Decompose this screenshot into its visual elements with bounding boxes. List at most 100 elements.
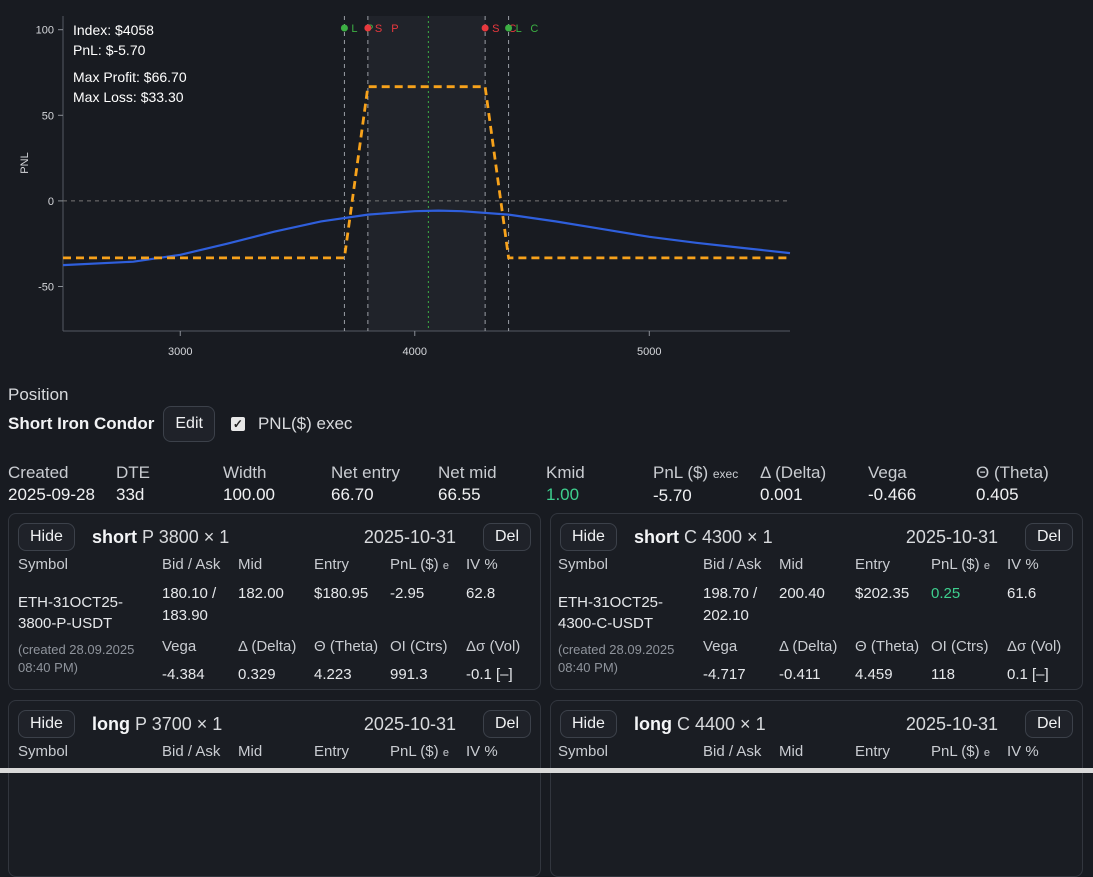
info-max-profit: Max Profit: $66.70 (73, 69, 187, 85)
leg-dvol[interactable]: 0.1 [–] (1007, 664, 1049, 686)
leg-iv: 61.6 (1007, 585, 1037, 602)
header-theta: Θ (Theta) (855, 638, 920, 655)
header-mid: Mid (238, 743, 263, 760)
summary-value: 66.55 (438, 485, 481, 504)
summary-value: 66.70 (331, 485, 374, 504)
header-bid-ask: Bid / Ask (703, 556, 762, 573)
pnl-exec-checkbox[interactable]: ✓ (230, 417, 245, 431)
header-pnl-label: PnL ($) (931, 556, 980, 573)
summary-width: Width 100.00 (223, 462, 275, 506)
y-tick-label: 0 (48, 196, 54, 208)
header-bid-ask: Bid / Ask (162, 743, 221, 760)
summary-value: -5.70 (653, 486, 692, 505)
summary-dte: DTE 33d (116, 462, 150, 506)
header-iv: IV % (1007, 743, 1039, 760)
leg-ask: 183.90 (162, 607, 208, 624)
y-axis-label: PNL (19, 152, 31, 173)
leg-side: short (634, 527, 679, 547)
leg-title: long P 3700 × 1 (92, 714, 222, 735)
header-vega: Vega (162, 638, 197, 655)
delete-button[interactable]: Del (1024, 710, 1073, 738)
summary-value: 33d (116, 485, 145, 504)
leg-created: (created 28.09.2025 (558, 642, 675, 657)
leg-desc: C 4300 × 1 (684, 527, 773, 547)
summary-kmid: Kmid 1.00 (546, 462, 585, 506)
leg-side: long (634, 714, 672, 734)
summary-label: Θ (Theta) (976, 463, 1049, 482)
strike-marker-dot (340, 24, 348, 32)
header-pnl: PnL ($) e (390, 554, 449, 577)
header-entry: Entry (855, 556, 891, 573)
summary-value: 2025-09-28 (8, 485, 95, 504)
header-oi: OI (Ctrs) (390, 638, 448, 655)
leg-side: short (92, 527, 137, 547)
header-mid: Mid (238, 556, 263, 573)
leg-vega: -4.384 (162, 666, 205, 683)
hide-button[interactable]: Hide (560, 710, 617, 738)
summary-value: 0.001 (760, 485, 803, 504)
edit-button[interactable]: Edit (163, 406, 215, 442)
header-iv: IV % (466, 556, 498, 573)
leg-symbol: ETH-31OCT25- (18, 594, 124, 611)
header-symbol: Symbol (18, 743, 69, 760)
x-tick-label: 5000 (637, 346, 661, 358)
leg-vega: -4.717 (703, 666, 746, 683)
header-entry: Entry (314, 743, 350, 760)
strike-marker-dot (364, 24, 372, 32)
leg-card: Hide short P 3800 × 1 2025-10-31 Del Sym… (8, 513, 541, 690)
summary-pnl-label: PnL ($) (653, 463, 709, 482)
delete-button[interactable]: Del (482, 710, 531, 738)
header-mid: Mid (779, 743, 804, 760)
leg-created: 08:40 PM) (558, 660, 618, 675)
leg-desc: C 4400 × 1 (677, 714, 766, 734)
hide-button[interactable]: Hide (18, 710, 75, 738)
header-pnl-sub: e (442, 560, 449, 572)
summary-label: Kmid (546, 463, 585, 482)
hide-button[interactable]: Hide (18, 523, 75, 551)
summary-label: Δ (Delta) (760, 463, 827, 482)
horizontal-scrollbar[interactable] (0, 768, 1093, 773)
header-bid-ask: Bid / Ask (162, 556, 221, 573)
y-tick-label: -50 (38, 281, 54, 293)
info-index: Index: $4058 (73, 22, 154, 38)
strike-marker-dot (505, 24, 513, 32)
leg-theta: 4.459 (855, 666, 893, 683)
summary-theta: Θ (Theta) 0.405 (976, 462, 1049, 506)
leg-desc: P 3700 × 1 (135, 714, 223, 734)
header-pnl-sub: e (983, 560, 990, 572)
position-summary: Created 2025-09-28 DTE 33d Width 100.00 … (8, 462, 1093, 506)
header-pnl: PnL ($) e (931, 741, 990, 764)
leg-title: short P 3800 × 1 (92, 527, 229, 548)
header-mid: Mid (779, 556, 804, 573)
summary-label: Net mid (438, 463, 497, 482)
pnl-chart: 100500-50 3000 4000 5000 L PS PS CL C PNL … (19, 16, 791, 358)
summary-net-mid: Net mid 66.55 (438, 462, 497, 506)
header-delta: Δ (Delta) (238, 638, 297, 655)
leg-symbol: 4300-C-USDT (558, 615, 654, 632)
summary-label: Width (223, 463, 267, 482)
header-pnl-sub: e (983, 747, 990, 759)
header-entry: Entry (855, 743, 891, 760)
leg-pnl: -2.95 (390, 585, 425, 602)
leg-oi: 118 (931, 666, 955, 683)
leg-dvol[interactable]: -0.1 [–] (466, 664, 513, 686)
leg-pnl: 0.25 (931, 585, 961, 602)
leg-created: 08:40 PM) (18, 660, 78, 675)
hide-button[interactable]: Hide (560, 523, 617, 551)
strategy-name: Short Iron Condor (8, 414, 155, 433)
leg-iv: 62.8 (466, 585, 496, 602)
header-iv: IV % (466, 743, 498, 760)
delete-button[interactable]: Del (482, 523, 531, 551)
leg-theta: 4.223 (314, 666, 352, 683)
leg-mid: 182.00 (238, 585, 284, 602)
leg-expiry: 2025-10-31 (363, 714, 456, 734)
summary-value: 0.405 (976, 485, 1019, 504)
header-delta: Δ (Delta) (779, 638, 838, 655)
summary-value: 1.00 (546, 485, 580, 504)
summary-pnl: PnL ($) exec -5.70 (653, 462, 738, 507)
strike-marker-label: L C (516, 23, 542, 35)
header-entry: Entry (314, 556, 350, 573)
leg-created: (created 28.09.2025 (18, 642, 135, 657)
delete-button[interactable]: Del (1024, 523, 1073, 551)
x-tick-label: 4000 (403, 346, 427, 358)
